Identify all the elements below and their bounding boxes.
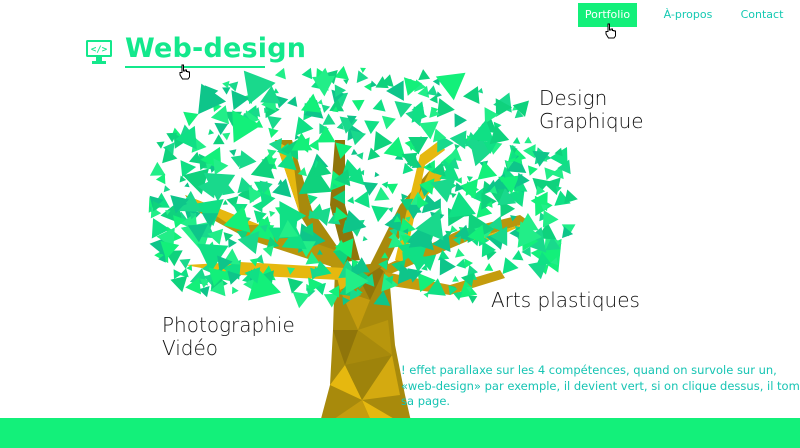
- skill-label: Design: [539, 86, 608, 110]
- leaf-triangle: [372, 99, 386, 112]
- brand-underline: [125, 66, 265, 68]
- brand-title: Web-design: [125, 33, 307, 64]
- leaf-triangle: [451, 193, 457, 199]
- leaf-triangle: [463, 86, 480, 104]
- note-line: sa page.: [401, 394, 451, 408]
- leaf-triangle: [456, 258, 466, 269]
- leaf-triangle: [274, 67, 286, 80]
- leaf-triangle: [543, 177, 561, 196]
- monitor-code-icon: </>: [86, 40, 112, 64]
- leaf-triangle: [170, 275, 188, 293]
- leaf-triangle: [292, 291, 311, 309]
- leaf-triangle: [371, 205, 389, 223]
- note-line: ! effet parallaxe sur les 4 compétences,…: [401, 363, 777, 377]
- leaf-triangle: [149, 161, 166, 176]
- hand-cursor-icon: [605, 23, 616, 39]
- leaf-triangle: [222, 87, 231, 95]
- leaf-triangle: [374, 171, 380, 178]
- leaf-triangle: [527, 165, 538, 176]
- leaf-triangle: [208, 129, 215, 135]
- leaf-triangle: [229, 149, 237, 157]
- leaf-triangle: [418, 69, 431, 81]
- tree-trunk: [318, 262, 413, 430]
- leaf-triangle: [439, 257, 456, 276]
- leaf-triangle: [370, 80, 377, 88]
- leaf-triangle: [156, 141, 165, 149]
- leaf-triangle: [484, 263, 494, 271]
- leaf-triangle: [356, 152, 364, 160]
- skill-label: Vidéo: [162, 336, 219, 360]
- leaf-triangle: [360, 67, 366, 73]
- leaf-triangle: [317, 99, 323, 105]
- leaf-triangle: [163, 185, 171, 193]
- leaf-triangle: [367, 147, 381, 161]
- leaf-triangle: [436, 91, 442, 98]
- leaf-triangle: [267, 115, 282, 130]
- tree-foliage: [148, 65, 578, 309]
- leaf-triangle: [351, 148, 358, 155]
- leaf-triangle: [232, 286, 239, 295]
- leaf-triangle: [350, 130, 366, 146]
- leaf-triangle: [183, 111, 199, 127]
- leaf-triangle: [184, 182, 190, 188]
- leaf-triangle: [381, 181, 388, 189]
- leaf-triangle: [362, 236, 368, 242]
- nav-item-contact[interactable]: Contact: [738, 3, 786, 27]
- leaf-triangle: [228, 81, 239, 92]
- leaf-triangle: [454, 113, 467, 128]
- leaf-triangle: [452, 275, 459, 282]
- nav-item-a-propos[interactable]: À-propos: [662, 3, 714, 27]
- note-line: «web-design» par exemple, il devient ver…: [401, 378, 800, 393]
- leaf-triangle: [321, 104, 331, 113]
- skill-photographie-video[interactable]: Photographie Vidéo: [162, 314, 295, 360]
- design-note: ! effet parallaxe sur les 4 compétences,…: [401, 363, 800, 410]
- leaf-triangle: [228, 238, 237, 248]
- leaf-triangle: [322, 113, 336, 125]
- skill-arts-plastiques[interactable]: Arts plastiques: [491, 289, 640, 312]
- leaf-triangle: [435, 72, 466, 101]
- leaf-triangle: [455, 248, 465, 258]
- leaf-triangle: [351, 99, 365, 112]
- leaf-triangle: [179, 268, 189, 278]
- ground-strip: [0, 418, 800, 448]
- leaf-triangle: [354, 190, 370, 208]
- leaf-triangle: [512, 137, 521, 144]
- leaf-triangle: [213, 158, 229, 175]
- leaf-triangle: [374, 186, 390, 201]
- leaf-triangle: [269, 210, 276, 217]
- leaf-triangle: [268, 127, 279, 138]
- leaf-triangle: [512, 250, 524, 261]
- leaf-triangle: [301, 67, 313, 80]
- leaf-triangle: [524, 136, 532, 144]
- skill-design-graphique[interactable]: Design Graphique: [539, 87, 644, 133]
- leaf-triangle: [564, 189, 578, 204]
- leaf-triangle: [468, 295, 478, 304]
- leaf-triangle: [231, 90, 250, 111]
- leaf-triangle: [287, 277, 304, 294]
- leaf-triangle: [429, 94, 438, 104]
- skill-label: Graphique: [539, 109, 644, 133]
- leaf-triangle: [464, 258, 473, 269]
- leaf-triangle: [222, 199, 228, 205]
- leaf-triangle: [542, 210, 559, 228]
- leaf-triangle: [381, 115, 396, 130]
- skill-label: Photographie: [162, 313, 295, 337]
- leaf-triangle: [343, 79, 349, 85]
- leaf-triangle: [252, 200, 263, 213]
- leaf-triangle: [222, 132, 231, 141]
- svg-text:</>: </>: [91, 45, 108, 55]
- leaf-triangle: [213, 134, 225, 145]
- leaf-triangle: [466, 176, 473, 182]
- hand-cursor-icon: [179, 64, 190, 80]
- leaf-triangle: [287, 96, 298, 107]
- leaf-triangle: [347, 196, 354, 204]
- leaf-triangle: [386, 183, 398, 195]
